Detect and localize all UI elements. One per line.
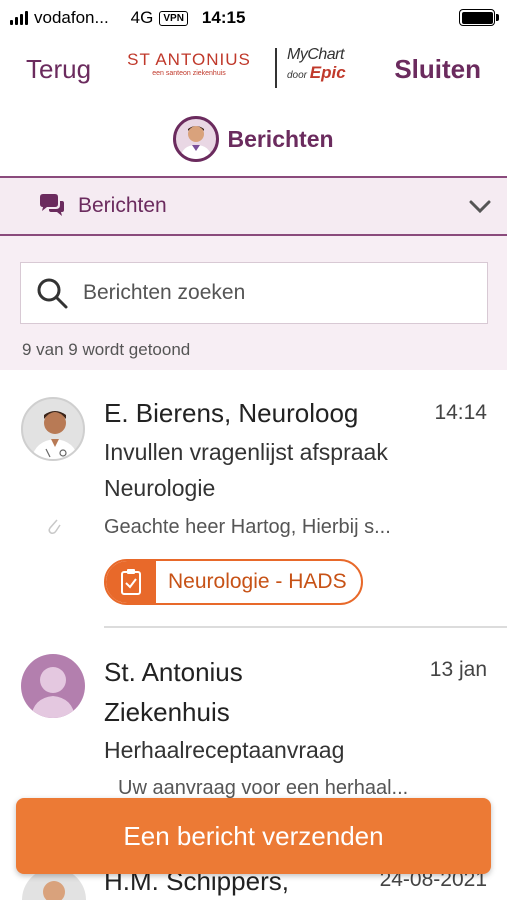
message-item[interactable]: E. Bierens, Neuroloog 14:14 Invullen vra… [8,370,507,628]
doctor-icon [31,411,79,459]
chat-bubbles-icon [40,194,64,216]
result-count: 9 van 9 wordt getoond [22,340,191,359]
user-avatar [173,116,220,162]
search-icon [37,278,68,309]
status-bar: vodafon... 4G VPN 14:15 [0,0,507,36]
logo-divider [275,48,277,88]
questionnaire-tag[interactable]: Neurologie - HADS [104,559,363,605]
message-item[interactable]: St. Antonius Ziekenhuis 13 jan Herhaalre… [8,628,507,808]
message-subject-line: Invullen vragenlijst afspraak [104,439,388,465]
message-sender: St. Antonius Ziekenhuis [104,652,243,732]
network-type: 4G [130,8,154,27]
message-time: 14:14 [434,401,487,424]
message-subject: Invullen vragenlijst afspraak Neurologie [104,434,388,506]
message-subject-line: Neurologie [104,475,216,501]
signal-icon [10,11,28,25]
doctor-avatar [21,397,85,461]
message-sender: E. Bierens, Neuroloog [104,398,359,428]
page-title-row: Berichten [0,108,507,170]
message-subject: Herhaalreceptaanvraag [104,737,345,763]
chevron-down-icon[interactable] [469,200,491,214]
clipboard-icon [106,561,156,603]
tag-label: Neurologie - HADS [168,570,347,593]
status-time: 14:15 [201,8,246,27]
antonius-logo-name: ST ANTONIUS [127,50,251,69]
send-message-button[interactable]: Een bericht verzenden [16,798,491,874]
back-button[interactable]: Terug [26,54,91,85]
antonius-logo: ST ANTONIUS een santeon ziekenhuis [126,50,252,77]
message-preview: Uw aanvraag voor een herhaal... [118,777,409,799]
message-time: 13 jan [429,658,487,681]
message-preview: Geachte heer Hartog, Hierbij s... [104,516,391,538]
close-button[interactable]: Sluiten [394,54,481,85]
hospital-avatar [21,654,85,718]
message-sender-line: Ziekenhuis [104,697,230,727]
mychart-logo-text: MyChart [287,46,344,63]
mychart-logo-door: door [287,70,308,81]
carrier-name: vodafon... [34,8,109,27]
epic-logo-text: Epic [309,63,346,82]
mychart-logo: MyChart door Epic [287,46,361,83]
person-silhouette-icon [31,667,75,718]
vpn-badge: VPN [159,10,188,26]
search-area: 9 van 9 wordt getoond [0,236,507,370]
section-dropdown[interactable]: Berichten [0,176,507,236]
section-label: Berichten [78,194,167,217]
person-icon [180,126,213,159]
app-header: Terug ST ANTONIUS een santeon ziekenhuis… [0,36,507,106]
battery-icon [459,9,499,26]
message-sender-line: St. Antonius [104,657,243,687]
search-box[interactable] [20,262,488,324]
antonius-logo-tag: een santeon ziekenhuis [152,70,226,77]
search-input[interactable] [83,281,463,305]
page-title: Berichten [227,125,334,152]
paperclip-icon [48,519,61,534]
